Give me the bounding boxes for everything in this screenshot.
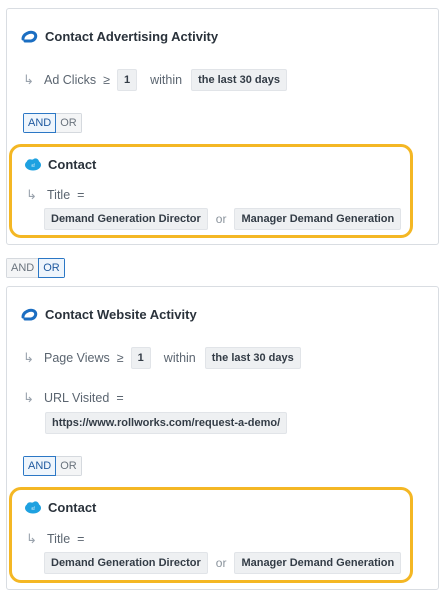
rollworks-logo-icon: [21, 308, 38, 320]
within-label: within: [150, 73, 183, 87]
condition-operator: =: [116, 391, 124, 405]
condition-operator: ≥: [116, 351, 124, 365]
branch-arrow-icon: ↳: [26, 187, 37, 202]
advertising-activity-header: Contact Advertising Activity: [21, 29, 218, 44]
title-value-chip[interactable]: Manager Demand Generation: [234, 552, 402, 574]
timeframe-chip[interactable]: the last 30 days: [204, 347, 301, 369]
or-separator: or: [215, 212, 227, 226]
condition-field: Title: [47, 532, 71, 546]
and-or-toggle: AND OR: [23, 456, 82, 476]
branch-arrow-icon: ↳: [23, 350, 34, 365]
condition-field: Page Views: [44, 351, 110, 365]
contact-title: Contact: [48, 157, 97, 172]
condition-field: URL Visited: [44, 391, 110, 405]
url-visited-condition: ↳ URL Visited =: [23, 390, 124, 406]
salesforce-cloud-icon: sf: [25, 501, 41, 514]
branch-arrow-icon: ↳: [26, 531, 37, 546]
salesforce-cloud-icon: sf: [25, 158, 41, 171]
within-label: within: [163, 351, 196, 365]
url-value-chip[interactable]: https://www.rollworks.com/request-a-demo…: [45, 412, 288, 434]
or-toggle-button[interactable]: OR: [56, 456, 82, 476]
branch-arrow-icon: ↳: [23, 390, 34, 405]
condition-value-chip[interactable]: 1: [130, 347, 151, 369]
page-views-condition: ↳ Page Views ≥ 1 within the last 30 days: [23, 347, 301, 369]
contact-condition-highlight-1: sf Contact ↳ Title = Demand Generation D…: [9, 144, 413, 238]
condition-field: Ad Clicks: [44, 73, 97, 87]
timeframe-chip[interactable]: the last 30 days: [191, 69, 287, 91]
title-value-chip[interactable]: Demand Generation Director: [44, 208, 208, 230]
rollworks-logo-icon: [21, 30, 38, 42]
condition-value-chip[interactable]: 1: [116, 69, 138, 91]
and-or-toggle: AND OR: [23, 113, 82, 133]
title-condition: ↳ Title =: [26, 187, 84, 203]
condition-operator: =: [77, 188, 85, 202]
website-activity-title: Contact Website Activity: [45, 307, 197, 322]
title-values: Demand Generation Director or Manager De…: [44, 552, 402, 574]
and-toggle-button[interactable]: AND: [23, 456, 57, 476]
advertising-activity-title: Contact Advertising Activity: [45, 29, 219, 44]
website-activity-header: Contact Website Activity: [21, 307, 197, 322]
condition-operator: =: [77, 532, 85, 546]
ad-clicks-condition: ↳ Ad Clicks ≥ 1 within the last 30 days: [23, 69, 287, 91]
and-toggle-button[interactable]: AND: [6, 258, 39, 278]
branch-arrow-icon: ↳: [23, 72, 34, 87]
title-values: Demand Generation Director or Manager De…: [44, 208, 402, 230]
contact-header: sf Contact: [24, 157, 96, 172]
condition-field: Title: [47, 188, 71, 202]
title-value-chip[interactable]: Manager Demand Generation: [234, 208, 402, 230]
url-values: https://www.rollworks.com/request-a-demo…: [45, 412, 288, 434]
title-condition: ↳ Title =: [26, 531, 84, 547]
or-toggle-button[interactable]: OR: [56, 113, 82, 133]
and-toggle-button[interactable]: AND: [23, 113, 57, 133]
group-and-or-toggle: AND OR: [6, 258, 65, 278]
or-separator: or: [215, 556, 227, 570]
contact-header: sf Contact: [24, 500, 96, 515]
or-toggle-button[interactable]: OR: [38, 258, 65, 278]
contact-condition-highlight-2: sf Contact ↳ Title = Demand Generation D…: [9, 487, 413, 583]
contact-title: Contact: [48, 500, 97, 515]
title-value-chip[interactable]: Demand Generation Director: [44, 552, 208, 574]
condition-operator: ≥: [103, 73, 110, 87]
